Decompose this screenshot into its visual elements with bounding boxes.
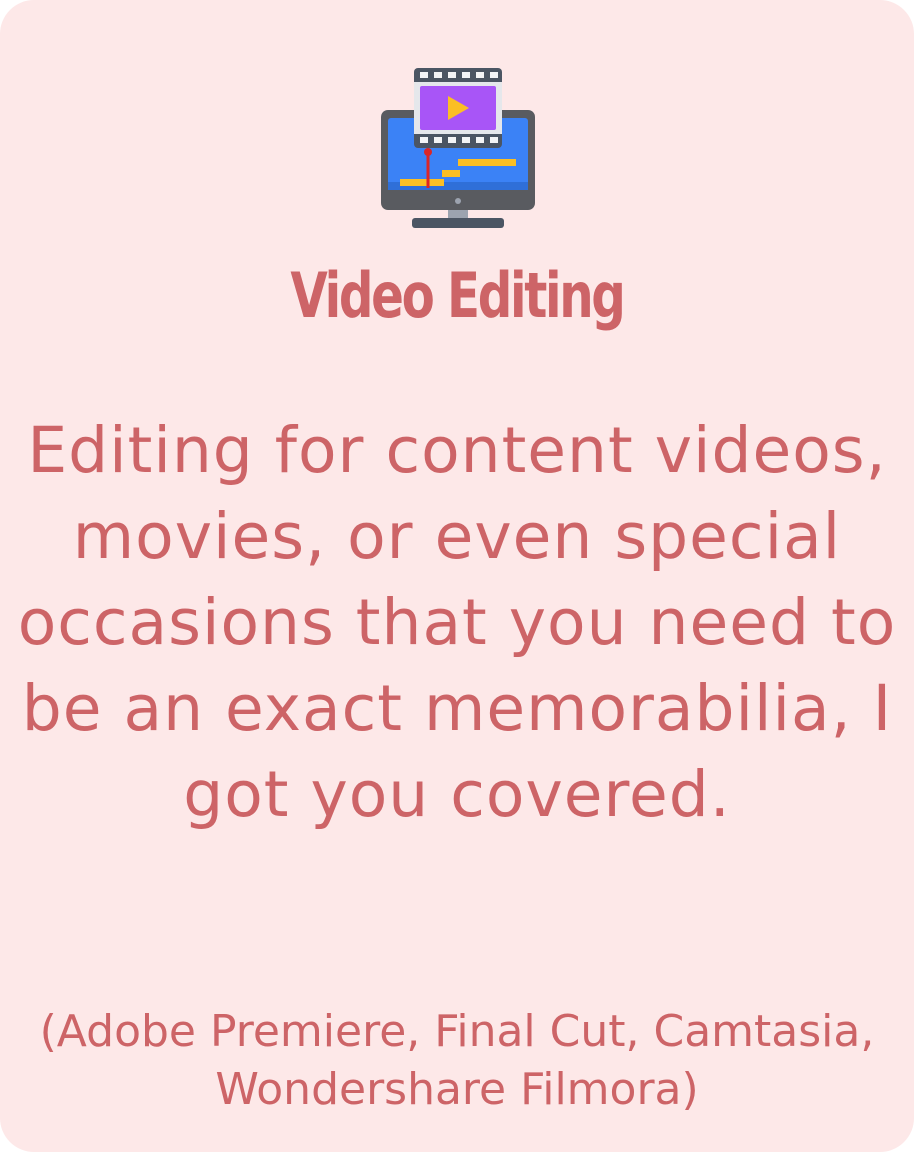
service-card: Video Editing Editing for content videos…: [0, 0, 914, 1152]
card-tools-list: (Adobe Premiere, Final Cut, Camtasia, Wo…: [39, 1006, 875, 1115]
card-title: Video Editing: [290, 259, 626, 332]
video-editing-monitor-icon: [378, 64, 538, 234]
card-description: Editing for content videos, movies, or e…: [17, 414, 897, 831]
